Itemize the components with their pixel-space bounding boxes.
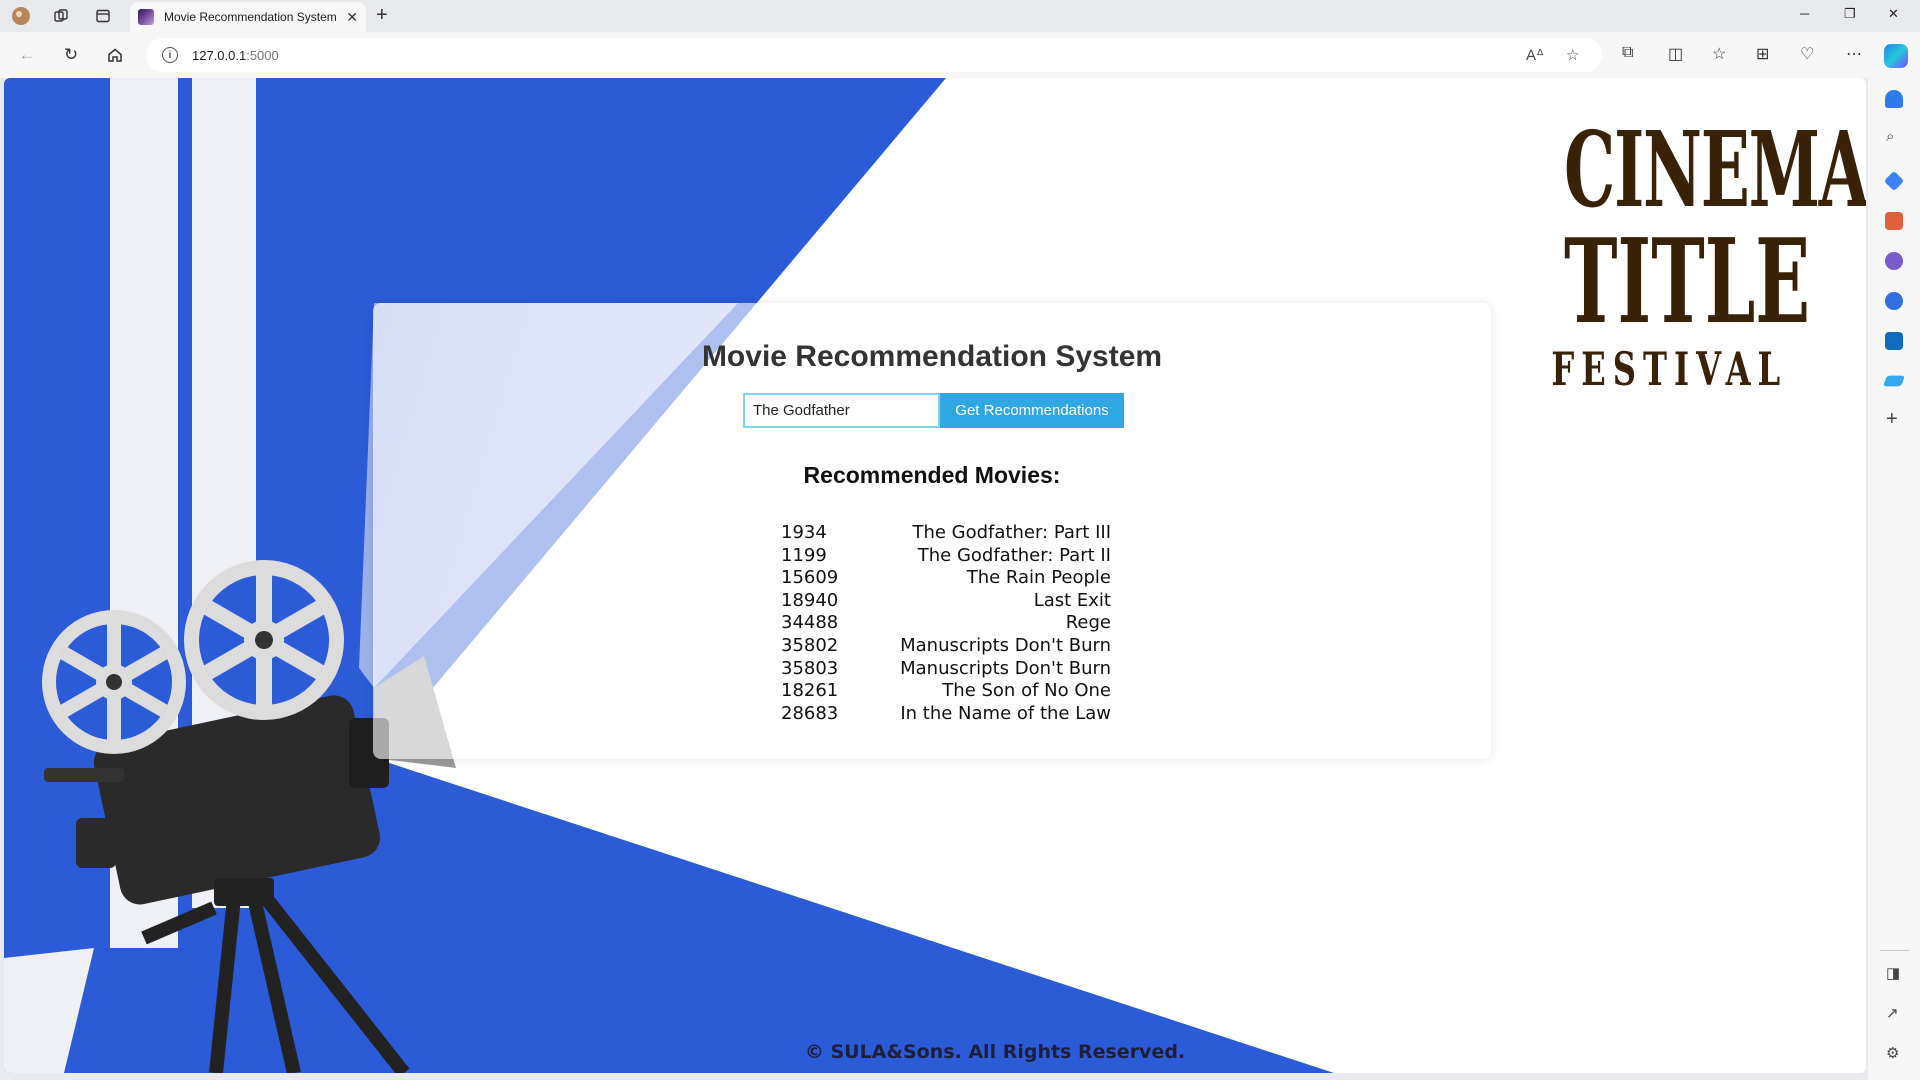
tools-icon[interactable] [1885,212,1903,230]
window-close-icon[interactable]: ✕ [1888,6,1899,22]
movie-id: 35802 [781,634,839,656]
tab-strip: Movie Recommendation System ✕ + ─ ❐ ✕ [0,0,1920,32]
site-info-icon[interactable]: i [162,47,178,63]
movie-id: 28683 [781,702,839,724]
url-text[interactable]: 127.0.0.1:5000 [192,48,279,63]
list-item: 1934 The Godfather: Part III [781,522,1111,545]
movie-id: 1199 [781,544,827,566]
movie-id: 1934 [781,522,827,543]
movie-title: Manuscripts Don't Burn [900,634,1111,656]
movie-title: The Godfather: Part III [912,522,1111,543]
favorites-icon[interactable]: ☆ [1712,44,1726,64]
movie-title: In the Name of the Law [900,702,1111,724]
list-item: 18940 Last Exit [781,590,1111,613]
home-icon[interactable] [104,44,126,66]
url-port: :5000 [246,47,279,63]
movie-title: The Rain People [966,567,1111,589]
list-item: 15609 The Rain People [781,567,1111,590]
logo-line-cinema: CINEMA [1564,108,1866,231]
movie-title: The Son of No One [942,680,1111,702]
movie-title: The Godfather: Part II [917,544,1111,566]
microsoft-365-icon[interactable] [1885,292,1903,310]
external-link-icon[interactable]: ↗ [1886,1004,1899,1022]
outlook-icon[interactable] [1885,332,1903,350]
list-item: 18261 The Son of No One [781,680,1111,703]
send-icon[interactable] [1883,375,1905,387]
cinema-festival-logo: CINEMA TITLE FESTIVAL [1504,108,1866,396]
movie-id: 15609 [781,567,839,589]
refresh-icon[interactable]: ↻ [60,44,82,66]
recommended-movies-heading: Recommended Movies: [803,462,1061,488]
movie-id: 34488 [781,612,839,634]
movie-id: 35803 [781,657,839,679]
search-icon[interactable]: ⌕ [1886,128,1894,145]
browser-essentials-icon[interactable]: ♡ [1800,44,1814,64]
address-toolbar: ← ↻ i 127.0.0.1:5000 Aᐞ ☆ ⧉ ◫ ☆ ⊞ ♡ ⋯ [0,32,1920,78]
movie-id: 18940 [781,589,839,611]
add-sidebar-app-icon[interactable]: + [1886,408,1898,431]
extensions-icon[interactable]: ⧉ [1622,44,1633,62]
read-aloud-icon[interactable]: Aᐞ [1526,46,1544,64]
minimize-icon[interactable]: ─ [1800,6,1809,21]
settings-gear-icon[interactable]: ⚙ [1886,1044,1899,1062]
copilot-icon[interactable] [1884,44,1908,68]
profile-avatar-icon[interactable] [10,5,32,27]
games-icon[interactable] [1885,252,1903,270]
list-item: 1199 The Godfather: Part II [781,545,1111,568]
edge-sidebar: ⌕ + ◨ ↗ ⚙ [1868,78,1920,1080]
page-viewport: Movie Recommendation System Get Recommen… [4,78,1866,1073]
tab-favicon [138,9,154,25]
vertical-tabs-icon[interactable] [92,5,114,27]
collections-icon[interactable]: ⊞ [1756,44,1769,64]
footer-copyright: © SULA&Sons. All Rights Reserved. [804,1041,1186,1063]
list-item: 35803 Manuscripts Don't Burn [781,658,1111,681]
shopping-tag-icon[interactable] [1883,170,1905,192]
new-tab-icon[interactable]: + [376,4,388,27]
get-recommendations-button[interactable]: Get Recommendations [940,393,1124,428]
movie-search-input[interactable] [743,393,940,428]
movie-title: Rege [1065,612,1111,634]
movie-id: 18261 [781,680,839,702]
movie-title: Last Exit [1033,589,1111,611]
list-item: 34488 Rege [781,612,1111,635]
logo-line-festival: FESTIVAL [1551,342,1788,396]
favorite-star-icon[interactable]: ☆ [1566,46,1579,64]
hide-sidebar-icon[interactable]: ◨ [1886,964,1900,982]
workspaces-icon[interactable] [50,5,72,27]
sidebar-divider [1880,950,1910,951]
browser-tab[interactable]: Movie Recommendation System ✕ [130,2,366,32]
url-host: 127.0.0.1 [192,47,247,63]
address-bar[interactable]: i 127.0.0.1:5000 Aᐞ ☆ [146,38,1602,72]
tab-title: Movie Recommendation System [164,10,337,24]
list-item: 28683 In the Name of the Law [781,703,1111,726]
split-screen-icon[interactable]: ◫ [1668,44,1683,64]
notifications-icon[interactable] [1885,90,1903,108]
movie-title: Manuscripts Don't Burn [900,657,1111,679]
more-menu-icon[interactable]: ⋯ [1846,44,1862,64]
restore-icon[interactable]: ❐ [1844,6,1856,22]
back-icon[interactable]: ← [16,44,38,66]
list-item: 35802 Manuscripts Don't Burn [781,635,1111,658]
close-tab-icon[interactable]: ✕ [346,9,358,26]
recommendation-list: 1934 The Godfather: Part III 1199 The Godf… [781,522,1111,725]
logo-line-title: TITLE [1564,214,1811,350]
